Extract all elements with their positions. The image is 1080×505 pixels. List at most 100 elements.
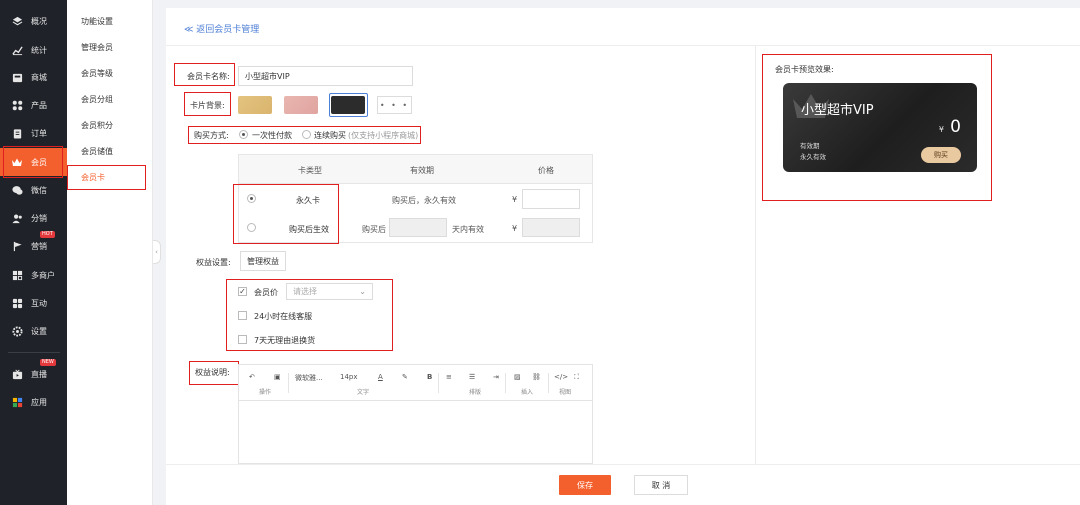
sidebar-item-marketing[interactable]: 营销 HOT bbox=[0, 231, 67, 259]
delayed-price-input[interactable] bbox=[522, 218, 580, 237]
save-button[interactable]: 保存 bbox=[559, 475, 611, 495]
paste-icon[interactable]: ▣ bbox=[274, 373, 281, 381]
bold-icon[interactable]: B bbox=[427, 373, 432, 381]
sidebar-item-distribution[interactable]: 分销 bbox=[0, 205, 67, 231]
sidebar-item-label: 统计 bbox=[31, 45, 47, 55]
manage-rights-button[interactable]: 管理权益 bbox=[240, 251, 286, 271]
sidebar-item-live[interactable]: 直播 NEW bbox=[0, 359, 67, 387]
card-preview-validity-value: 永久有效 bbox=[800, 153, 826, 161]
rich-text-editor[interactable]: ↶ ▣ 操作 微软雅... 14px A ✎ B 文字 ≡ ☰ ⇥ 排版 ▨ ⛓… bbox=[238, 364, 593, 464]
delayed-prefix-text: 购买后 bbox=[362, 225, 386, 234]
sidebar-item-stats[interactable]: 统计 bbox=[0, 37, 67, 63]
undo-icon[interactable]: ↶ bbox=[249, 373, 255, 381]
bg-swatch-gold[interactable] bbox=[238, 96, 272, 114]
highlight-box-member-card bbox=[67, 165, 146, 190]
sidebar-item-orders[interactable]: 订单 bbox=[0, 120, 67, 146]
purchase-once-label: 一次性付款 bbox=[252, 131, 292, 140]
online-service-checkbox[interactable] bbox=[238, 311, 247, 320]
chart-icon bbox=[11, 44, 23, 56]
code-icon[interactable]: </> bbox=[554, 373, 568, 381]
toolbar-separator bbox=[548, 373, 549, 393]
col-header-type: 卡类型 bbox=[298, 166, 322, 175]
sidebar-item-label: 直播 bbox=[31, 369, 47, 379]
sidebar-item-settings[interactable]: 设置 bbox=[0, 318, 67, 344]
store-icon bbox=[11, 71, 23, 83]
online-service-label: 24小时在线客服 bbox=[254, 312, 313, 321]
currency-symbol: ¥ bbox=[512, 224, 518, 233]
subnav-item-member-balance[interactable]: 会员储值 bbox=[81, 146, 113, 157]
clipboard-icon bbox=[11, 127, 23, 139]
subnav-item-function-settings[interactable]: 功能设置 bbox=[81, 16, 113, 27]
indent-icon[interactable]: ⇥ bbox=[493, 373, 499, 381]
editor-toolbar: ↶ ▣ 操作 微软雅... 14px A ✎ B 文字 ≡ ☰ ⇥ 排版 ▨ ⛓… bbox=[239, 365, 592, 401]
image-icon[interactable]: ▨ bbox=[514, 373, 521, 381]
highlight-box-members-nav bbox=[3, 146, 63, 178]
subnav-item-member-points[interactable]: 会员积分 bbox=[81, 120, 113, 131]
member-price-checkbox[interactable]: ✓ bbox=[238, 287, 247, 296]
toolbar-caption-text: 文字 bbox=[357, 389, 370, 396]
member-card-preview: 小型超市VIP ¥ 0 有效期 永久有效 购买 bbox=[783, 83, 977, 172]
font-size-select[interactable]: 14px bbox=[340, 373, 358, 381]
free-return-checkbox[interactable] bbox=[238, 335, 247, 344]
grid-icon bbox=[11, 99, 23, 111]
bg-swatch-rose[interactable] bbox=[284, 96, 318, 114]
subnav-item-manage-members[interactable]: 管理会员 bbox=[81, 42, 113, 53]
toolbar-separator bbox=[505, 373, 506, 393]
card-type-permanent-radio[interactable] bbox=[247, 194, 256, 203]
toolbar-separator bbox=[288, 373, 289, 393]
card-type-delayed-radio[interactable] bbox=[247, 223, 256, 232]
card-preview-buy-button: 购买 bbox=[921, 147, 961, 163]
sidebar-item-multi-merchant[interactable]: 多商户 bbox=[0, 262, 67, 288]
collapse-sidebar-toggle[interactable]: ‹ bbox=[153, 240, 161, 264]
purchase-once-radio[interactable] bbox=[239, 130, 248, 139]
apps-icon bbox=[11, 297, 23, 309]
sidebar-item-store[interactable]: 商城 bbox=[0, 64, 67, 90]
sidebar-divider bbox=[8, 352, 60, 353]
sidebar-item-label: 概况 bbox=[31, 16, 47, 26]
color-grid-icon bbox=[11, 396, 23, 408]
font-color-icon[interactable]: A bbox=[378, 373, 383, 381]
link-icon[interactable]: ⛓ bbox=[532, 373, 541, 381]
valid-days-input[interactable] bbox=[389, 218, 447, 237]
chevron-down-icon: ⌄ bbox=[359, 287, 366, 296]
highlight-box-card-type bbox=[233, 184, 339, 244]
select-placeholder: 请选择 bbox=[293, 287, 317, 296]
subnav-item-member-levels[interactable]: 会员等级 bbox=[81, 68, 113, 79]
sidebar-item-products[interactable]: 产品 bbox=[0, 92, 67, 118]
sidebar-item-wechat[interactable]: 微信 bbox=[0, 177, 67, 203]
font-family-select[interactable]: 微软雅... bbox=[295, 373, 323, 383]
header-divider bbox=[166, 45, 1080, 46]
align-icon[interactable]: ≡ bbox=[446, 373, 452, 381]
chevron-left-icon: ‹ bbox=[155, 248, 158, 256]
fullscreen-icon[interactable]: ⛶ bbox=[574, 373, 579, 382]
hot-badge: HOT bbox=[40, 231, 55, 238]
tv-icon bbox=[11, 368, 23, 380]
subnav-item-member-groups[interactable]: 会员分组 bbox=[81, 94, 113, 105]
purchase-continuous-label: 连续购买 bbox=[314, 131, 346, 140]
cancel-button[interactable]: 取 消 bbox=[634, 475, 688, 495]
sidebar-item-interaction[interactable]: 互动 bbox=[0, 290, 67, 316]
main-sidebar: 概况 统计 商城 产品 订单 会员 微信 分销 营销 HOT 多商户 互动 设置… bbox=[0, 0, 67, 505]
permanent-price-input[interactable] bbox=[522, 189, 580, 209]
card-preview-currency: ¥ bbox=[938, 125, 944, 134]
shop-icon bbox=[11, 269, 23, 281]
sidebar-item-overview[interactable]: 概况 bbox=[0, 8, 67, 34]
users-icon bbox=[11, 212, 23, 224]
card-name-input[interactable]: 小型超市VIP bbox=[238, 66, 413, 86]
member-price-select[interactable]: 请选择 ⌄ bbox=[286, 283, 373, 300]
back-to-card-management-link[interactable]: ≪ 返回会员卡管理 bbox=[184, 22, 259, 35]
preview-divider bbox=[755, 46, 756, 464]
col-header-price: 价格 bbox=[538, 166, 554, 175]
sidebar-item-label: 分销 bbox=[31, 213, 47, 223]
more-backgrounds-button[interactable]: • • • bbox=[377, 96, 412, 114]
sidebar-item-apps[interactable]: 应用 bbox=[0, 389, 67, 415]
layers-icon bbox=[11, 15, 23, 27]
currency-symbol: ¥ bbox=[512, 195, 518, 204]
sidebar-item-label: 互动 bbox=[31, 298, 47, 308]
purchase-continuous-radio[interactable] bbox=[302, 130, 311, 139]
card-preview-price: 0 bbox=[950, 117, 961, 137]
card-preview-validity-title: 有效期 bbox=[800, 142, 820, 150]
highlight-icon[interactable]: ✎ bbox=[402, 373, 408, 381]
list-icon[interactable]: ☰ bbox=[469, 373, 475, 381]
bg-swatch-black[interactable] bbox=[331, 96, 365, 114]
